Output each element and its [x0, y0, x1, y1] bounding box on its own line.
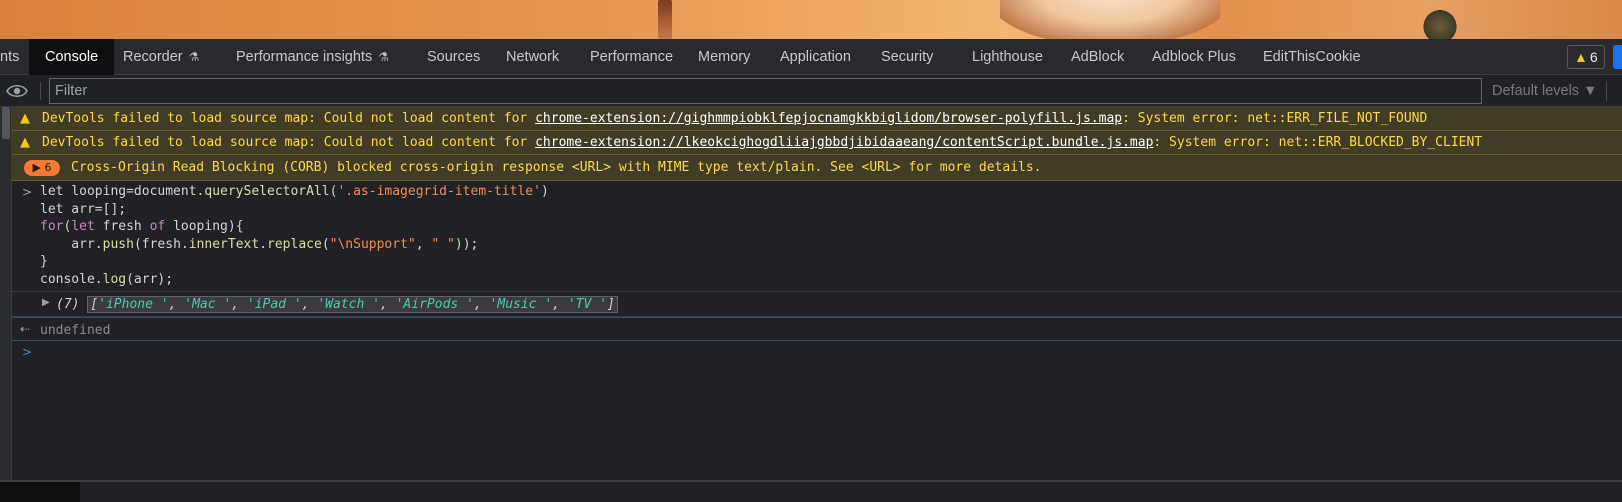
code-line: arr.push(fresh.innerText.replace("\nSupp…	[40, 237, 479, 252]
source-map-link[interactable]: chrome-extension://gighmmpiobklfepjocnam…	[535, 111, 1122, 126]
log-levels-dropdown[interactable]: Default levels ▼	[1492, 75, 1597, 107]
tab-performance[interactable]: Performance	[590, 39, 673, 75]
array-item: 'AirPods '	[395, 297, 474, 312]
console-return-value: ⇠ undefined	[12, 317, 1622, 341]
console-output: ▲ DevTools failed to load source map: Co…	[0, 107, 1622, 502]
tab-recorder[interactable]: Recorder ⚗	[123, 39, 199, 75]
return-arrow-icon: ⇠	[20, 322, 31, 336]
drawer-divider	[0, 480, 1622, 482]
experimental-flask-icon: ⚗	[378, 50, 389, 64]
console-sidebar-gutter	[0, 107, 12, 502]
array-open-bracket: [	[90, 297, 99, 312]
tab-sources[interactable]: Sources	[427, 39, 480, 75]
issues-count: 6	[1589, 49, 1598, 65]
candle-graphic	[658, 0, 672, 39]
code-line: }	[40, 254, 48, 269]
array-item: 'Mac '	[184, 297, 232, 312]
toolbar-divider	[1606, 81, 1607, 101]
tab-recorder-label: Recorder	[123, 49, 183, 65]
tab-elements[interactable]: nts	[0, 39, 19, 75]
devtools-tab-bar: nts Console Recorder ⚗ Performance insigh…	[0, 39, 1622, 75]
warning-icon: ▲	[20, 111, 30, 126]
array-item: 'iPhone '	[98, 297, 169, 312]
array-close-bracket: ]	[606, 297, 615, 312]
drawer-tab-strip	[0, 482, 80, 502]
warning-prefix: DevTools failed to load source map: Coul…	[42, 135, 536, 150]
array-item: 'iPad '	[246, 297, 302, 312]
eye-icon[interactable]	[6, 82, 28, 100]
page-background-image	[0, 0, 1622, 39]
expand-arrow-icon[interactable]: ▶	[42, 297, 50, 308]
source-map-link[interactable]: chrome-extension://lkeokcighogdliiajgbbd…	[535, 135, 1153, 150]
code-line: console.log(arr);	[40, 272, 174, 287]
tab-application[interactable]: Application	[780, 39, 851, 75]
chevron-right-icon: >	[22, 185, 33, 199]
warning-text: DevTools failed to load source map: Coul…	[42, 111, 1427, 126]
console-input-echo: > let looping=document.querySelectorAll(…	[12, 181, 1622, 291]
warning-text: DevTools failed to load source map: Coul…	[42, 135, 1482, 150]
array-item: 'TV '	[567, 297, 607, 312]
scroll-thumb[interactable]	[2, 107, 10, 139]
tab-adblock-plus[interactable]: Adblock Plus	[1152, 39, 1236, 75]
code-line: let arr=[];	[40, 202, 127, 217]
prompt-chevron-icon: >	[22, 345, 33, 359]
repeat-count-badge[interactable]: ▶ 6	[24, 160, 60, 176]
tab-adblock[interactable]: AdBlock	[1071, 39, 1124, 75]
array-length: (7)	[56, 297, 88, 312]
issues-counter-button[interactable]: ▲ 6	[1567, 45, 1605, 69]
tab-memory[interactable]: Memory	[698, 39, 750, 75]
tab-console[interactable]: Console	[29, 39, 115, 75]
tab-network[interactable]: Network	[506, 39, 559, 75]
corb-warning-group[interactable]: ▶ 6 Cross-Origin Read Blocking (CORB) bl…	[12, 155, 1622, 181]
settings-icon[interactable]	[1613, 45, 1622, 69]
person-graphic	[1000, 0, 1220, 39]
array-preview[interactable]: (7) ['iPhone ', 'Mac ', 'iPad ', 'Watch …	[56, 296, 618, 313]
console-prompt-area[interactable]: >	[12, 341, 1622, 501]
array-item: 'Watch '	[317, 297, 380, 312]
console-toolbar: Default levels ▼	[0, 75, 1622, 107]
console-log-result[interactable]: ▶ (7) ['iPhone ', 'Mac ', 'iPad ', 'Watc…	[12, 291, 1622, 317]
code-line: for(let fresh of looping){	[40, 219, 244, 234]
warning-suffix: : System error: net::ERR_FILE_NOT_FOUND	[1122, 111, 1428, 126]
filter-input[interactable]	[49, 78, 1482, 104]
tab-editthiscookie[interactable]: EditThisCookie	[1263, 39, 1361, 75]
console-warning-message: ▲ DevTools failed to load source map: Co…	[12, 107, 1622, 131]
code-line: let looping=document.querySelectorAll('.…	[40, 184, 549, 199]
plant-graphic	[1420, 8, 1460, 39]
warning-icon: ▲	[20, 135, 30, 150]
return-value-text: undefined	[40, 323, 111, 338]
corb-warning-text: Cross-Origin Read Blocking (CORB) blocke…	[71, 160, 1042, 175]
console-warning-message: ▲ DevTools failed to load source map: Co…	[12, 131, 1622, 155]
warning-suffix: : System error: net::ERR_BLOCKED_BY_CLIE…	[1153, 135, 1483, 150]
array-preview-box[interactable]: ['iPhone ', 'Mac ', 'iPad ', 'Watch ', '…	[87, 296, 618, 313]
toolbar-divider	[40, 82, 41, 100]
warning-prefix: DevTools failed to load source map: Coul…	[42, 111, 536, 126]
warning-icon: ▲	[1574, 49, 1588, 65]
array-item: 'Music '	[489, 297, 553, 312]
tab-performance-insights-label: Performance insights	[236, 49, 373, 65]
experimental-flask-icon: ⚗	[188, 50, 200, 64]
tab-performance-insights[interactable]: Performance insights ⚗	[236, 39, 389, 75]
tab-security[interactable]: Security	[881, 39, 933, 75]
tab-lighthouse[interactable]: Lighthouse	[972, 39, 1043, 75]
